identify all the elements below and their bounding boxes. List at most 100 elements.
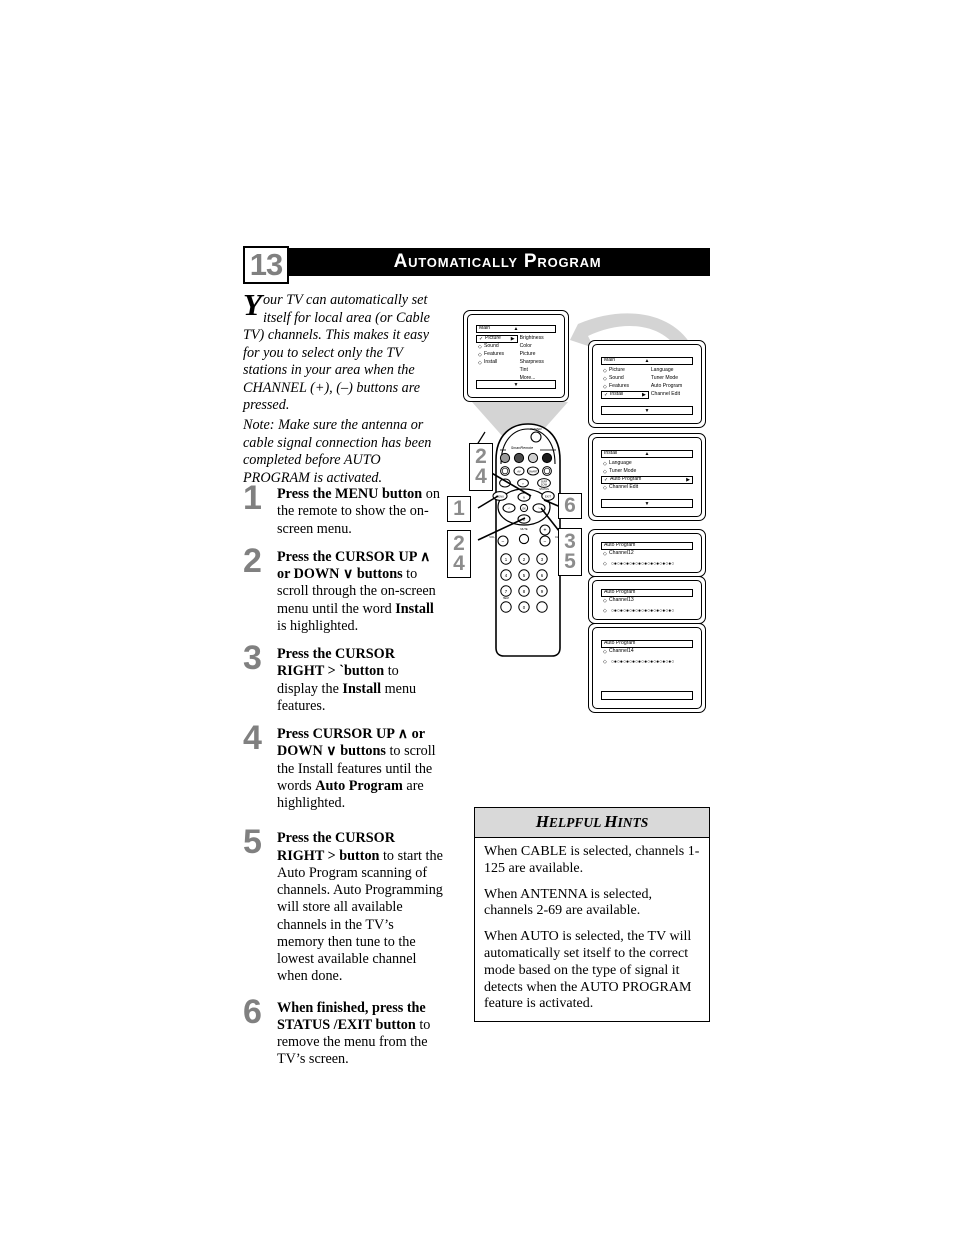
osd-item-sound[interactable]: ◇ Sound: [476, 343, 518, 351]
osd-item-language[interactable]: ◇ Language: [601, 460, 693, 468]
osd-sub-label: Color: [519, 343, 532, 350]
diamond-icon: ◇: [603, 484, 607, 491]
osd-right-column: Language Tuner Mode Auto Program Channel…: [649, 367, 693, 399]
callout-number: 3: [564, 530, 576, 553]
osd-auto-program-2: Auto Program ◇ Channel 13 ◇ ○●○●○●○●○●○●…: [601, 589, 693, 615]
osd-header-label: Auto Program: [604, 589, 636, 596]
check-icon: ✓: [479, 335, 484, 342]
tv-screen-inner: Auto Program ◇ Channel 12 ◇ ○●○●○●○●○●○●…: [592, 533, 702, 573]
osd-item-label: Picture: [485, 335, 501, 342]
osd-footer-bar: ▼: [476, 380, 556, 389]
osd-sub-label: Picture: [519, 351, 536, 358]
svg-text:MENU: MENU: [496, 494, 504, 498]
osd-item-picture[interactable]: ◇ Picture: [601, 367, 649, 375]
callout-24-bottom: 2 4: [447, 530, 471, 578]
osd-item-sound[interactable]: ◇ Sound: [601, 375, 649, 383]
diamond-icon: ◇: [603, 550, 607, 557]
osd-sub-channel-edit[interactable]: Channel Edit: [649, 391, 693, 399]
callout-1: 1: [447, 496, 471, 522]
osd-header: Main ▲: [476, 325, 556, 333]
svg-text:SCAN: SCAN: [541, 483, 548, 486]
osd-sub-sharpness[interactable]: Sharpness: [518, 359, 556, 367]
intro-paragraph: Your TV can automatically set itself for…: [243, 287, 441, 415]
step-text: Press the CURSOR RIGHT > button to start…: [277, 830, 443, 985]
progress-bar: ◇ ○●○●○●○●○●○●○●○●○●○●○: [601, 660, 693, 665]
tv-screen-inner: Main ▲ ✓ Picture ▶ ◇ Sound ◇ Features ◇ …: [467, 314, 565, 398]
osd-item-picture[interactable]: ✓ Picture ▶: [476, 335, 518, 343]
step-bold-lead: Press the CURSOR RIGHT > `button: [277, 646, 395, 680]
osd-item-tuner-mode[interactable]: ◇ Tuner Mode: [601, 468, 693, 476]
callout-number: 4: [475, 465, 487, 488]
hints-title-elpful: ELPFUL: [548, 815, 605, 830]
osd-install-menu: Install ▲ ◇ Language ◇ Tuner Mode ✓ Auto…: [601, 450, 693, 508]
step-text: Press CURSOR UP ∧ or DOWN ∨ buttons to s…: [277, 726, 443, 812]
osd-header: Auto Program: [601, 542, 693, 550]
osd-sub-language[interactable]: Language: [649, 367, 693, 375]
osd-item-auto-program[interactable]: ✓ Auto Program ▶: [601, 476, 693, 484]
osd-channel-label: Channel: [609, 597, 628, 604]
tv-screen-install-menu: Install ▲ ◇ Language ◇ Tuner Mode ✓ Auto…: [588, 433, 706, 521]
chevron-right-icon: ▶: [686, 476, 690, 483]
osd-channel-label: Channel: [609, 648, 628, 655]
diamond-icon: ◇: [603, 659, 607, 665]
svg-text:VOL: VOL: [489, 535, 495, 539]
step-number: 3: [243, 639, 262, 677]
svg-text:∧: ∧: [523, 496, 526, 500]
osd-footer-bar: ▼: [601, 406, 693, 415]
osd-sub-brightness[interactable]: Brightness: [518, 335, 556, 343]
step-bold-mid: Install: [395, 600, 434, 617]
osd-item-features[interactable]: ◇ Features: [476, 351, 518, 359]
callout-35: 3 5: [558, 528, 582, 576]
osd-channel-row: ◇ Channel 14: [601, 648, 693, 656]
osd-sub-label: Brightness: [519, 335, 544, 342]
osd-sub-picture[interactable]: Picture: [518, 351, 556, 359]
tv-screen-inner: Main ▲ ◇ Picture ◇ Sound ◇ Features ✓ In…: [592, 344, 702, 424]
step-number: 5: [243, 823, 262, 862]
diamond-icon: ◇: [478, 343, 482, 350]
osd-right-column: Brightness Color Picture Sharpness Tint …: [518, 335, 556, 383]
step-6: 6 When finished, press the STATUS /EXIT …: [243, 995, 443, 1069]
tv-screen-inner: Auto Program ◇ Channel 13 ◇ ○●○●○●○●○●○●…: [592, 580, 702, 620]
chevron-right-icon: ▶: [641, 391, 646, 398]
step-rest2: is highlighted.: [277, 617, 359, 634]
chapter-number: 13: [243, 246, 289, 284]
osd-item-install[interactable]: ◇ Install: [476, 359, 518, 367]
osd-sub-auto-program[interactable]: Auto Program: [649, 383, 693, 391]
osd-sub-label: Tint: [519, 367, 528, 374]
osd-item-channel-edit[interactable]: ◇ Channel Edit: [601, 484, 693, 492]
osd-header: Auto Program: [601, 589, 693, 597]
tv-screen-auto-program-2: Auto Program ◇ Channel 13 ◇ ○●○●○●○●○●○●…: [588, 576, 706, 624]
step-text: Press the CURSOR UP ∧ or DOWN ∨ buttons …: [277, 549, 443, 635]
step-text: Press the MENU button on the remote to s…: [277, 486, 443, 538]
intro-dropcap: Y: [243, 287, 262, 322]
osd-sub-tint[interactable]: Tint: [518, 367, 556, 375]
osd-item-label: Sound: [609, 375, 624, 382]
chevron-up-icon: ▲: [644, 358, 650, 364]
diamond-icon: ◇: [603, 367, 607, 374]
osd-item-list: ◇ Language ◇ Tuner Mode ✓ Auto Program ▶…: [601, 460, 693, 492]
step-bold-lead: When finished, press the STATUS /EXIT bu…: [277, 999, 426, 1033]
osd-sub-color[interactable]: Color: [518, 343, 556, 351]
steps-list: 1 Press the MENU button on the remote to…: [243, 481, 443, 1080]
osd-item-label: Features: [484, 351, 505, 358]
svg-text:MUTE: MUTE: [520, 527, 528, 531]
callout-number: 2: [453, 532, 465, 555]
page-title: Automatically Program: [393, 251, 602, 272]
hints-title: HELPFUL HINTS: [475, 808, 709, 838]
osd-sub-tuner-mode[interactable]: Tuner Mode: [649, 375, 693, 383]
diamond-icon: ◇: [603, 561, 607, 567]
osd-columns: ◇ Picture ◇ Sound ◇ Features ✓ Install ▶…: [601, 367, 693, 399]
osd-item-install[interactable]: ✓ Install ▶: [601, 391, 649, 399]
callout-number: 6: [564, 494, 576, 517]
osd-item-features[interactable]: ◇ Features: [601, 383, 649, 391]
helpful-hints-box: HELPFUL HINTS When CABLE is selected, ch…: [474, 807, 710, 1023]
osd-header-label: Auto Program: [604, 542, 636, 549]
diamond-icon: ◇: [478, 359, 482, 366]
osd-columns: ✓ Picture ▶ ◇ Sound ◇ Features ◇ Install…: [476, 335, 556, 383]
hints-title-h1: H: [535, 812, 549, 831]
intro-text: our TV can automatically set itself for …: [243, 292, 430, 414]
svg-text:+: +: [544, 528, 547, 534]
chevron-down-icon: ▼: [513, 382, 519, 388]
step-3: 3 Press the CURSOR RIGHT > `button to di…: [243, 641, 443, 715]
osd-channel-label: Channel: [609, 550, 628, 557]
